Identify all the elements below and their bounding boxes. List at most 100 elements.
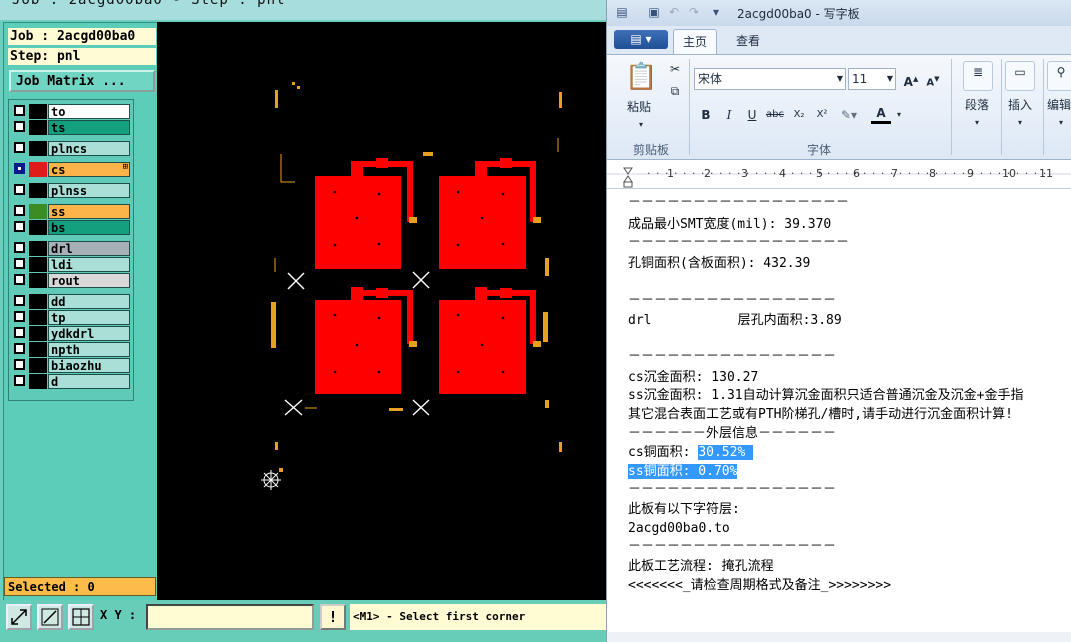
layer-row-npth[interactable]: npth bbox=[11, 342, 131, 357]
layer-row-ts[interactable]: ts bbox=[11, 120, 131, 135]
font-color-icon[interactable]: A bbox=[871, 105, 891, 124]
layer-row-tp[interactable]: tp bbox=[11, 310, 131, 325]
zoom-area-button[interactable] bbox=[37, 604, 63, 630]
layer-checkbox[interactable] bbox=[14, 343, 25, 354]
xy-coordinate-input[interactable] bbox=[146, 604, 314, 630]
layer-row-ldi[interactable]: ldi bbox=[11, 257, 131, 272]
strikethrough-icon[interactable]: abc bbox=[765, 105, 785, 125]
job-matrix-button[interactable]: Job Matrix ... bbox=[9, 70, 155, 92]
paragraph-icon[interactable]: ≣ bbox=[963, 61, 993, 91]
undo-icon[interactable]: ↶ bbox=[667, 5, 681, 19]
redo-icon[interactable]: ↷ bbox=[687, 5, 701, 19]
layer-row-rout[interactable]: rout bbox=[11, 273, 131, 288]
layer-row-ss[interactable]: ss bbox=[11, 204, 131, 219]
layer-checkbox[interactable] bbox=[14, 375, 25, 386]
layer-row-bs[interactable]: bs bbox=[11, 220, 131, 235]
layer-row-biaozhu[interactable]: biaozhu bbox=[11, 358, 131, 373]
origin-symbol bbox=[261, 470, 281, 490]
layer-swatch bbox=[29, 294, 47, 309]
cut-icon[interactable]: ✂ bbox=[665, 59, 685, 79]
layer-row-drl[interactable]: drl bbox=[11, 241, 131, 256]
doc-line: 成品最小SMT宽度(mil): 39.370 bbox=[628, 217, 832, 232]
layer-checkbox[interactable] bbox=[14, 295, 25, 306]
paste-button[interactable]: 粘贴 bbox=[621, 97, 657, 117]
edit-dropdown-icon[interactable]: ▾ bbox=[1051, 113, 1071, 133]
layer-row-d[interactable]: d bbox=[11, 374, 131, 389]
layer-checkbox[interactable] bbox=[14, 327, 25, 338]
subscript-icon[interactable]: X₂ bbox=[789, 105, 809, 125]
shrink-font-icon[interactable]: A▼ bbox=[923, 69, 943, 89]
highlight-icon[interactable]: ✎▾ bbox=[839, 105, 859, 125]
font-size-value: 11 bbox=[852, 72, 868, 86]
tab-view[interactable]: 查看 bbox=[727, 29, 769, 53]
save-icon[interactable]: ▣ bbox=[647, 5, 661, 19]
layer-swatch bbox=[29, 204, 47, 219]
grow-font-icon[interactable]: A▲ bbox=[901, 69, 921, 89]
quick-access-dropdown-icon[interactable]: ▾ bbox=[709, 5, 723, 19]
layer-name: tp bbox=[48, 310, 130, 325]
bold-icon[interactable]: B bbox=[696, 105, 716, 125]
layer-checkbox[interactable] bbox=[14, 121, 25, 132]
tab-home[interactable]: 主页 bbox=[673, 29, 718, 54]
copy-icon[interactable]: ⧉ bbox=[665, 81, 685, 101]
document-area[interactable]: －－－－－－－－－－－－－－－－－ 成品最小SMT宽度(mil): 39.370… bbox=[607, 189, 1071, 642]
font-group-label: 字体 bbox=[807, 143, 832, 157]
layer-checkbox[interactable] bbox=[14, 258, 25, 269]
paragraph-dropdown-icon[interactable]: ▾ bbox=[967, 113, 987, 133]
edit-button[interactable]: 编辑 bbox=[1047, 95, 1071, 115]
layer-swatch bbox=[29, 120, 47, 135]
doc-line: drl 层孔内面积:3.89 bbox=[628, 313, 842, 328]
find-icon[interactable]: ⚲ bbox=[1047, 61, 1071, 91]
font-name-select[interactable]: 宋体 ▼ bbox=[694, 68, 846, 90]
layer-name: drl bbox=[48, 241, 130, 256]
layer-swatch bbox=[29, 104, 47, 119]
layer-checkbox[interactable] bbox=[14, 184, 25, 195]
layer-swatch bbox=[29, 273, 47, 288]
pcb-pad bbox=[315, 300, 401, 394]
graphics-canvas[interactable] bbox=[157, 22, 606, 600]
layer-row-plnss[interactable]: plnss bbox=[11, 183, 131, 198]
insert-button[interactable]: 插入 bbox=[1002, 95, 1038, 115]
layer-checkbox[interactable] bbox=[14, 142, 25, 153]
grid-button[interactable] bbox=[68, 604, 94, 630]
paragraph-button[interactable]: 段落 bbox=[959, 95, 995, 115]
zoom-fit-button[interactable] bbox=[6, 604, 32, 630]
layer-checkbox[interactable] bbox=[14, 205, 25, 216]
doc-line: －－－－－－－－－－－－－－－－ bbox=[628, 482, 837, 497]
superscript-icon[interactable]: X² bbox=[812, 105, 832, 125]
layer-checkbox[interactable] bbox=[14, 359, 25, 370]
exclamation-button[interactable]: ! bbox=[320, 604, 346, 630]
app-menu-button[interactable]: ▤ ▾ bbox=[614, 30, 668, 49]
orange-pads bbox=[271, 82, 562, 472]
layer-name: cs bbox=[48, 162, 130, 177]
layer-row-ydkdrl[interactable]: ydkdrl bbox=[11, 326, 131, 341]
ruler-number: 10 bbox=[1002, 167, 1016, 180]
insert-picture-icon[interactable]: ▭ bbox=[1005, 61, 1035, 91]
layer-checkbox[interactable] bbox=[14, 311, 25, 322]
layer-row-to[interactable]: to bbox=[11, 104, 131, 119]
layer-checkbox[interactable] bbox=[14, 105, 25, 116]
layer-row-cs[interactable]: cs ⊞ bbox=[11, 162, 131, 177]
layer-row-dd[interactable]: dd bbox=[11, 294, 131, 309]
paste-dropdown-icon[interactable]: ▾ bbox=[631, 115, 651, 135]
underline-icon[interactable]: U bbox=[742, 105, 762, 125]
horizontal-scrollbar[interactable] bbox=[607, 632, 1071, 642]
layer-checkbox[interactable] bbox=[14, 221, 25, 232]
font-color-dropdown-icon[interactable]: ▾ bbox=[889, 105, 909, 125]
layer-checkbox[interactable] bbox=[14, 163, 25, 174]
layer-checkbox[interactable] bbox=[14, 274, 25, 285]
insert-dropdown-icon[interactable]: ▾ bbox=[1010, 113, 1030, 133]
wordpad-title-bar: ▤ ▣ ↶ ↷ ▾ 2acgd00ba0 - 写字板 bbox=[607, 0, 1071, 26]
grid-icon bbox=[72, 608, 90, 626]
ruler-number: 7 bbox=[891, 167, 898, 180]
layer-checkbox[interactable] bbox=[14, 242, 25, 253]
font-size-select[interactable]: 11 ▼ bbox=[848, 68, 896, 90]
paste-icon[interactable]: 📋 bbox=[625, 61, 657, 93]
layer-name: ldi bbox=[48, 257, 130, 272]
doc-line: －－－－－－－－－－－－－－－－ bbox=[628, 349, 837, 364]
layer-row-plncs[interactable]: plncs bbox=[11, 141, 131, 156]
pcb-red-shapes bbox=[315, 158, 536, 394]
pcb-pad bbox=[351, 287, 363, 304]
layer-swatch bbox=[29, 183, 47, 198]
italic-icon[interactable]: I bbox=[719, 105, 739, 125]
